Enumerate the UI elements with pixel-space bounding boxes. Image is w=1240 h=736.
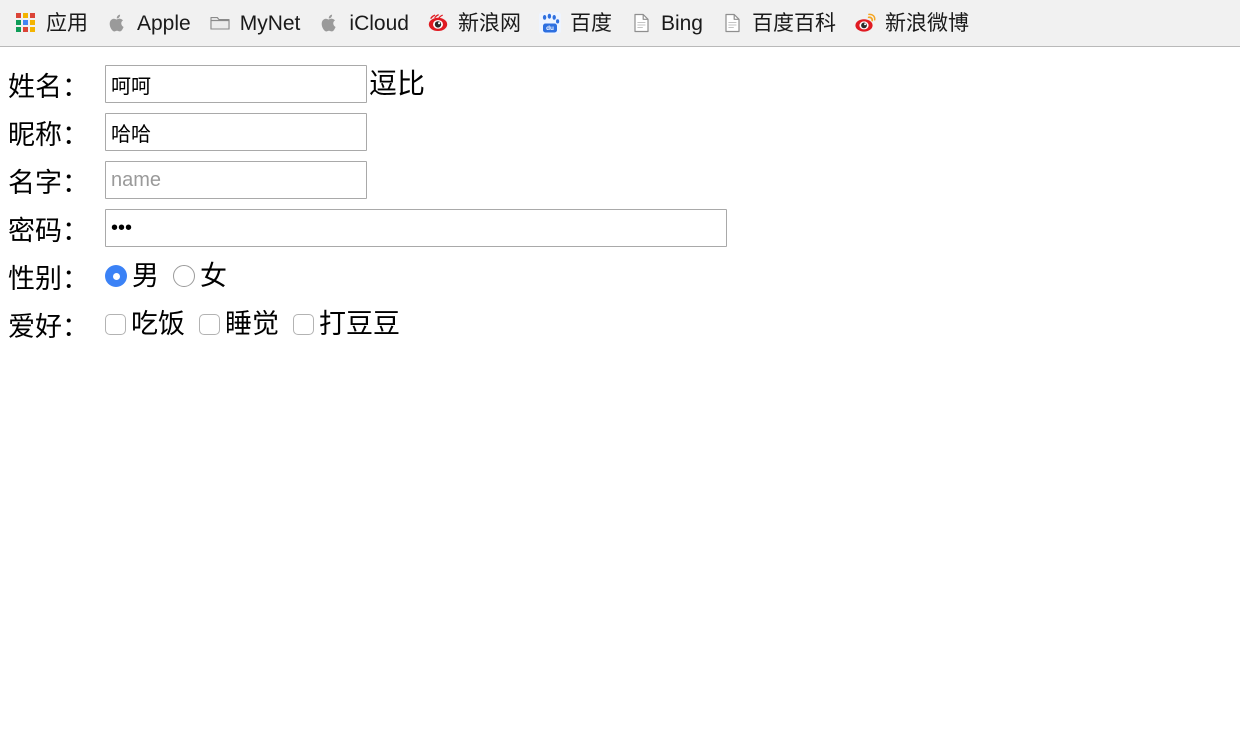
page-document-icon: [725, 13, 740, 33]
fullname-trailing-text: 逗比: [369, 68, 426, 99]
baidu-paw-icon: du: [538, 12, 561, 34]
form-row-hobby: 爱好： 吃饭 睡觉 打豆豆: [8, 301, 1240, 347]
bookmark-bing[interactable]: Bing: [621, 5, 712, 41]
bookmark-icloud[interactable]: iCloud: [309, 5, 418, 41]
bookmark-label: 应用: [46, 11, 88, 35]
bookmarks-bar: 应用 Apple MyNet iCloud 新浪网 du 百度 Bing 百度百…: [0, 0, 1240, 47]
nickname-label: 昵称：: [8, 119, 89, 150]
form-row-password: 密码：: [8, 205, 1240, 251]
radio-unchecked-icon[interactable]: [173, 265, 195, 287]
bookmark-apple[interactable]: Apple: [97, 5, 200, 41]
hobby-option-sleep[interactable]: 睡觉: [199, 308, 279, 339]
bookmark-apps[interactable]: 应用: [6, 5, 97, 41]
form-row-name: 名字：: [8, 157, 1240, 203]
form-row-gender: 性别： 男 女: [8, 253, 1240, 299]
form-row-nickname: 昵称：: [8, 109, 1240, 155]
hobby-option-eat[interactable]: 吃饭: [105, 308, 185, 339]
gender-option-male[interactable]: 男: [105, 260, 159, 291]
page-document-icon: [634, 13, 649, 33]
apple-logo-icon: [322, 14, 337, 32]
bookmark-label: 新浪网: [457, 11, 521, 35]
hobby-option-beans[interactable]: 打豆豆: [293, 308, 400, 339]
hobby-label: 爱好：: [8, 311, 89, 342]
hobby-option-label: 打豆豆: [319, 308, 400, 339]
gender-option-label: 男: [132, 260, 159, 291]
bookmark-mynet[interactable]: MyNet: [200, 5, 310, 41]
bookmark-label: MyNet: [239, 11, 301, 35]
nickname-input[interactable]: [105, 113, 367, 151]
password-input[interactable]: [105, 209, 727, 247]
hobby-option-label: 吃饭: [131, 308, 185, 339]
gender-label: 性别：: [8, 263, 89, 294]
sina-eye-icon: [428, 14, 448, 31]
apple-logo-icon: [109, 14, 124, 32]
bookmark-baidu[interactable]: du 百度: [530, 5, 621, 41]
radio-checked-icon[interactable]: [105, 265, 127, 287]
form-page: 姓名： 逗比 昵称： 名字： 密码： 性别： 男 女 爱好： 吃饭: [0, 47, 1240, 347]
checkbox-unchecked-icon[interactable]: [105, 313, 126, 335]
name-label: 名字：: [8, 167, 89, 198]
bookmark-label: Apple: [137, 11, 191, 35]
fullname-label: 姓名：: [8, 71, 89, 102]
folder-icon: [210, 16, 230, 30]
password-label: 密码：: [8, 215, 89, 246]
hobby-option-label: 睡觉: [225, 308, 279, 339]
bookmark-label: 百度百科: [751, 11, 836, 35]
gender-option-label: 女: [200, 260, 227, 291]
name-input[interactable]: [105, 161, 367, 199]
gender-option-female[interactable]: 女: [173, 260, 227, 291]
apps-grid-icon: [16, 13, 35, 32]
checkbox-unchecked-icon[interactable]: [199, 313, 220, 335]
bookmark-label: 新浪微博: [884, 11, 969, 35]
bookmark-label: iCloud: [349, 11, 409, 35]
bookmark-label: Bing: [660, 11, 703, 35]
bookmark-label: 百度: [569, 11, 612, 35]
fullname-input[interactable]: [105, 65, 367, 103]
checkbox-unchecked-icon[interactable]: [293, 313, 314, 335]
form-row-fullname: 姓名： 逗比: [8, 61, 1240, 107]
svg-text:du: du: [546, 25, 554, 32]
bookmark-baidu-baike[interactable]: 百度百科: [712, 5, 845, 41]
weibo-eye-icon: [855, 13, 876, 32]
bookmark-sina[interactable]: 新浪网: [418, 5, 530, 41]
bookmark-weibo[interactable]: 新浪微博: [845, 5, 978, 41]
